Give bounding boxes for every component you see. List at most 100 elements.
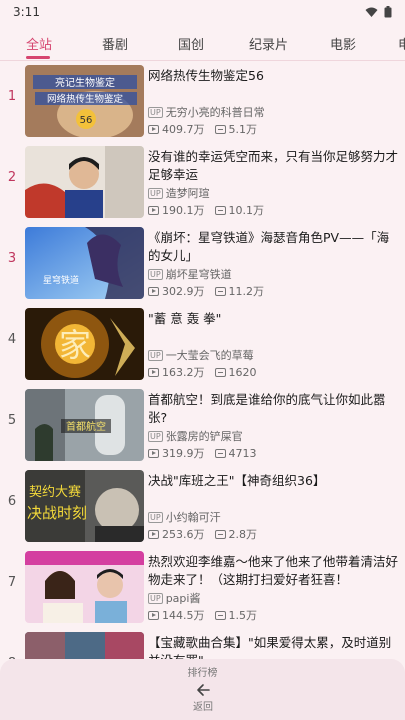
- danmaku-count-text: 10.1万: [228, 204, 265, 217]
- list-item[interactable]: 2 没有谁的幸运凭空而来，只有当你足够努力才足够幸运 UP 造梦阿瑄 190.1…: [0, 142, 405, 223]
- list-item[interactable]: 8 【宝藏歌曲合集】"如果爱得太累，及时道别并没有罪": [0, 628, 405, 659]
- list-item[interactable]: 3 星穹铁道 《崩坏：星穹铁道》海瑟音角色PV——「海的女儿」 UP 崩坏星穹铁…: [0, 223, 405, 304]
- back-label: 返回: [193, 702, 213, 713]
- video-thumbnail[interactable]: 56 亮记生物鉴定 网络热传生物鉴定: [25, 65, 144, 137]
- uploader-name: 一大莹会飞的草莓: [165, 349, 254, 362]
- page-title: 排行榜: [187, 668, 218, 679]
- danmaku-count: 11.2万: [214, 283, 265, 299]
- view-count: 302.9万: [148, 283, 205, 299]
- video-thumbnail[interactable]: 家: [25, 308, 144, 380]
- video-stats: 319.9万 4713: [148, 445, 267, 461]
- back-button[interactable]: 返回: [182, 683, 224, 717]
- category-tabs: 全站 番剧 国创 纪录片 电影 电: [0, 24, 405, 60]
- video-title: 决战"库班之王"【神奇组织36】: [148, 473, 326, 488]
- svg-text:首都航空: 首都航空: [66, 420, 106, 433]
- rank-number: 4: [7, 332, 17, 347]
- video-title: 热烈欢迎李维嘉～他来了他来了他带着清洁好物走来了！（这期打扫爱好者狂喜！: [148, 554, 399, 587]
- video-thumbnail[interactable]: 首都航空: [25, 389, 144, 461]
- rank-number: 2: [7, 170, 17, 185]
- play-icon: [148, 124, 159, 134]
- list-item[interactable]: 5 首都航空 首都航空！到底是谁给你的底气让你如此嚣张? UP 张露房的铲屎官 …: [0, 385, 405, 466]
- rank-number: 7: [7, 575, 17, 590]
- status-time: 3:11: [13, 5, 40, 19]
- uploader[interactable]: UP 小约翰可汗: [148, 509, 221, 525]
- video-title: "蓄 意 轰 拳": [148, 311, 222, 326]
- rank-number: 1: [7, 89, 17, 104]
- up-badge-icon: UP: [148, 592, 163, 604]
- uploader[interactable]: UP 无穷小亮的科普日常: [148, 104, 265, 120]
- danmaku-count: 10.1万: [214, 202, 265, 218]
- tab-documentary[interactable]: 纪录片: [249, 34, 288, 53]
- uploader[interactable]: UP papi酱: [148, 590, 200, 606]
- up-badge-icon: UP: [148, 106, 163, 118]
- svg-text:契约大赛: 契约大赛: [29, 484, 81, 500]
- view-count: 190.1万: [148, 202, 205, 218]
- tab-movie[interactable]: 电影: [330, 34, 356, 53]
- uploader-name: 崩坏星穹铁道: [165, 268, 232, 281]
- up-badge-icon: UP: [148, 511, 163, 523]
- video-thumbnail[interactable]: 契约大赛 决战时刻: [25, 470, 144, 542]
- video-thumbnail[interactable]: [25, 146, 144, 218]
- ranking-list: 1 56 亮记生物鉴定 网络热传生物鉴定 网络热传生物鉴定 5 6 UP 无穷小亮的…: [0, 61, 405, 659]
- tab-tv[interactable]: 电: [398, 34, 405, 53]
- play-icon: [148, 205, 159, 215]
- view-count-text: 409.7万: [162, 123, 205, 136]
- status-bar: 3:11: [0, 0, 405, 24]
- danmaku-count-text: 11.2万: [228, 285, 265, 298]
- play-icon: [148, 448, 159, 458]
- danmaku-icon: [214, 448, 226, 458]
- wifi-icon: [365, 7, 378, 17]
- view-count-text: 144.5万: [162, 609, 205, 622]
- video-stats: 409.7万 5.1万: [148, 121, 267, 137]
- danmaku-icon: [214, 124, 226, 134]
- video-title: 【宝藏歌曲合集】"如果爱得太累，及时道别并没有罪": [148, 635, 392, 659]
- list-item[interactable]: 1 56 亮记生物鉴定 网络热传生物鉴定 网络热传生物鉴定56 UP 无穷小亮的…: [0, 61, 405, 142]
- view-count: 319.9万: [148, 445, 205, 461]
- danmaku-icon: [214, 367, 226, 377]
- up-badge-icon: UP: [148, 268, 163, 280]
- status-icons: [365, 6, 392, 18]
- video-thumbnail[interactable]: [25, 632, 144, 659]
- play-icon: [148, 610, 159, 620]
- play-icon: [148, 367, 159, 377]
- play-icon: [148, 529, 159, 539]
- video-thumbnail[interactable]: [25, 551, 144, 623]
- danmaku-count: 4713: [214, 447, 257, 460]
- list-item[interactable]: 7 热烈欢迎李维嘉～他来了他来了他带着清洁好物走来了！（这期打扫爱好者狂喜！ U…: [0, 547, 405, 628]
- danmaku-count: 1.5万: [214, 607, 257, 623]
- view-count-text: 163.2万: [162, 366, 205, 379]
- view-count: 144.5万: [148, 607, 205, 623]
- view-count-text: 319.9万: [162, 447, 205, 460]
- rank-number: 3: [7, 251, 17, 266]
- danmaku-count: 1620: [214, 366, 257, 379]
- tab-guochuang[interactable]: 国创: [178, 34, 204, 53]
- battery-icon: [384, 6, 392, 18]
- tab-all[interactable]: 全站: [26, 34, 52, 53]
- danmaku-count-text: 5.1万: [228, 123, 258, 136]
- back-arrow-icon: [197, 684, 210, 696]
- rank-number: 5: [7, 413, 17, 428]
- uploader[interactable]: UP 崩坏星穹铁道: [148, 266, 232, 282]
- danmaku-count: 5.1万: [214, 121, 258, 137]
- uploader[interactable]: UP 一大莹会飞的草莓: [148, 347, 254, 363]
- video-title: 没有谁的幸运凭空而来，只有当你足够努力才足够幸运: [148, 149, 399, 182]
- uploader[interactable]: UP 造梦阿瑄: [148, 185, 210, 201]
- danmaku-icon: [214, 205, 226, 215]
- danmaku-icon: [214, 610, 226, 620]
- svg-text:网络热传生物鉴定: 网络热传生物鉴定: [47, 93, 124, 105]
- uploader-name: 小约翰可汗: [165, 511, 221, 524]
- list-item[interactable]: 4 家 "蓄 意 轰 拳" UP 一大莹会飞的草莓 163.2万 1620: [0, 304, 405, 385]
- video-thumbnail[interactable]: 星穹铁道: [25, 227, 144, 299]
- svg-text:家: 家: [59, 326, 91, 364]
- list-item[interactable]: 6 契约大赛 决战时刻 决战"库班之王"【神奇组织36】 UP 小约翰可汗 25…: [0, 466, 405, 547]
- video-stats: 253.6万 2.8万: [148, 526, 267, 542]
- uploader[interactable]: UP 张露房的铲屎官: [148, 428, 243, 444]
- tab-bangumi[interactable]: 番剧: [102, 34, 128, 53]
- video-title: 首都航空！到底是谁给你的底气让你如此嚣张?: [148, 392, 386, 425]
- rank-number: 6: [7, 494, 17, 509]
- video-stats: 144.5万 1.5万: [148, 607, 267, 623]
- view-count-text: 302.9万: [162, 285, 205, 298]
- uploader-name: 张露房的铲屎官: [165, 430, 243, 443]
- uploader-name: papi酱: [165, 592, 201, 605]
- video-stats: 302.9万 11.2万: [148, 283, 274, 299]
